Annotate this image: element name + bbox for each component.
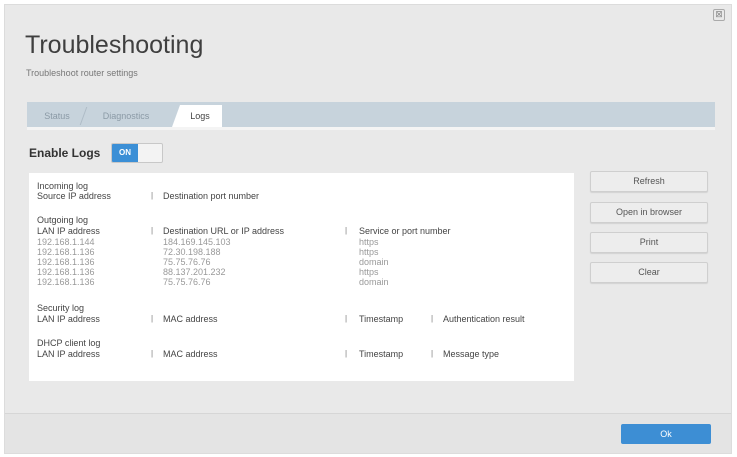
outgoing-row-lan: 192.168.1.144 [37, 237, 95, 247]
incoming-col-source: Source IP address [37, 191, 111, 201]
security-col-timestamp: Timestamp [359, 314, 404, 324]
enable-logs-toggle[interactable]: ON [111, 143, 163, 163]
page-title: Troubleshooting [25, 31, 204, 59]
troubleshooting-dialog: ⊠ Troubleshooting Troubleshoot router se… [4, 4, 732, 454]
outgoing-row-service: https [359, 267, 379, 277]
security-col-auth: Authentication result [443, 314, 525, 324]
dhcp-col-lan: LAN IP address [37, 349, 100, 359]
outgoing-row-dest: 72.30.198.188 [163, 247, 221, 257]
outgoing-row-service: domain [359, 277, 389, 287]
tab-logs[interactable]: Logs [172, 105, 222, 127]
print-button[interactable]: Print [590, 232, 708, 253]
outgoing-row-lan: 192.168.1.136 [37, 247, 95, 257]
security-log-title: Security log [37, 303, 85, 313]
outgoing-row-dest: 75.75.76.76 [163, 257, 211, 267]
toggle-on-label: ON [112, 144, 138, 162]
tab-bar: Status Diagnostics Logs [27, 102, 715, 127]
column-separator: | [151, 349, 154, 358]
refresh-button[interactable]: Refresh [590, 171, 708, 192]
incoming-log-title: Incoming log [37, 181, 89, 191]
ok-button[interactable]: Ok [621, 424, 711, 444]
dhcp-col-timestamp: Timestamp [359, 349, 404, 359]
toggle-knob [138, 144, 162, 162]
incoming-col-dest-port: Destination port number [163, 191, 260, 201]
outgoing-row-dest: 75.75.76.76 [163, 277, 211, 287]
column-separator: | [151, 314, 154, 323]
page-subtitle: Troubleshoot router settings [26, 68, 138, 78]
outgoing-row-dest: 184.169.145.103 [163, 237, 231, 247]
column-separator: | [431, 349, 434, 358]
outgoing-row-lan: 192.168.1.136 [37, 257, 95, 267]
column-separator: | [151, 191, 154, 200]
dhcp-col-message-type: Message type [443, 349, 500, 359]
column-separator: | [345, 226, 348, 235]
outgoing-row-lan: 192.168.1.136 [37, 267, 95, 277]
dhcp-col-mac: MAC address [163, 349, 218, 359]
outgoing-row-lan: 192.168.1.136 [37, 277, 95, 287]
outgoing-row-service: https [359, 237, 379, 247]
security-col-mac: MAC address [163, 314, 218, 324]
open-in-browser-button[interactable]: Open in browser [590, 202, 708, 223]
outgoing-col-lan: LAN IP address [37, 226, 100, 236]
outgoing-col-service: Service or port number [359, 226, 451, 236]
log-panel: Incoming log Source IP address | Destina… [29, 173, 574, 381]
enable-logs-label: Enable Logs [29, 146, 101, 160]
clear-button[interactable]: Clear [590, 262, 708, 283]
close-icon[interactable]: ⊠ [713, 9, 725, 21]
dhcp-log-title: DHCP client log [37, 338, 101, 348]
column-separator: | [345, 349, 348, 358]
outgoing-row-dest: 88.137.201.232 [163, 267, 226, 277]
security-col-lan: LAN IP address [37, 314, 100, 324]
column-separator: | [345, 314, 348, 323]
outgoing-log-title: Outgoing log [37, 215, 89, 225]
tab-status[interactable]: Status [33, 105, 81, 127]
tab-underline [27, 127, 715, 130]
outgoing-row-service: domain [359, 257, 389, 267]
column-separator: | [151, 226, 154, 235]
column-separator: | [431, 314, 434, 323]
outgoing-col-dest: Destination URL or IP address [163, 226, 285, 236]
tab-diagnostics[interactable]: Diagnostics [85, 105, 167, 127]
outgoing-row-service: https [359, 247, 379, 257]
